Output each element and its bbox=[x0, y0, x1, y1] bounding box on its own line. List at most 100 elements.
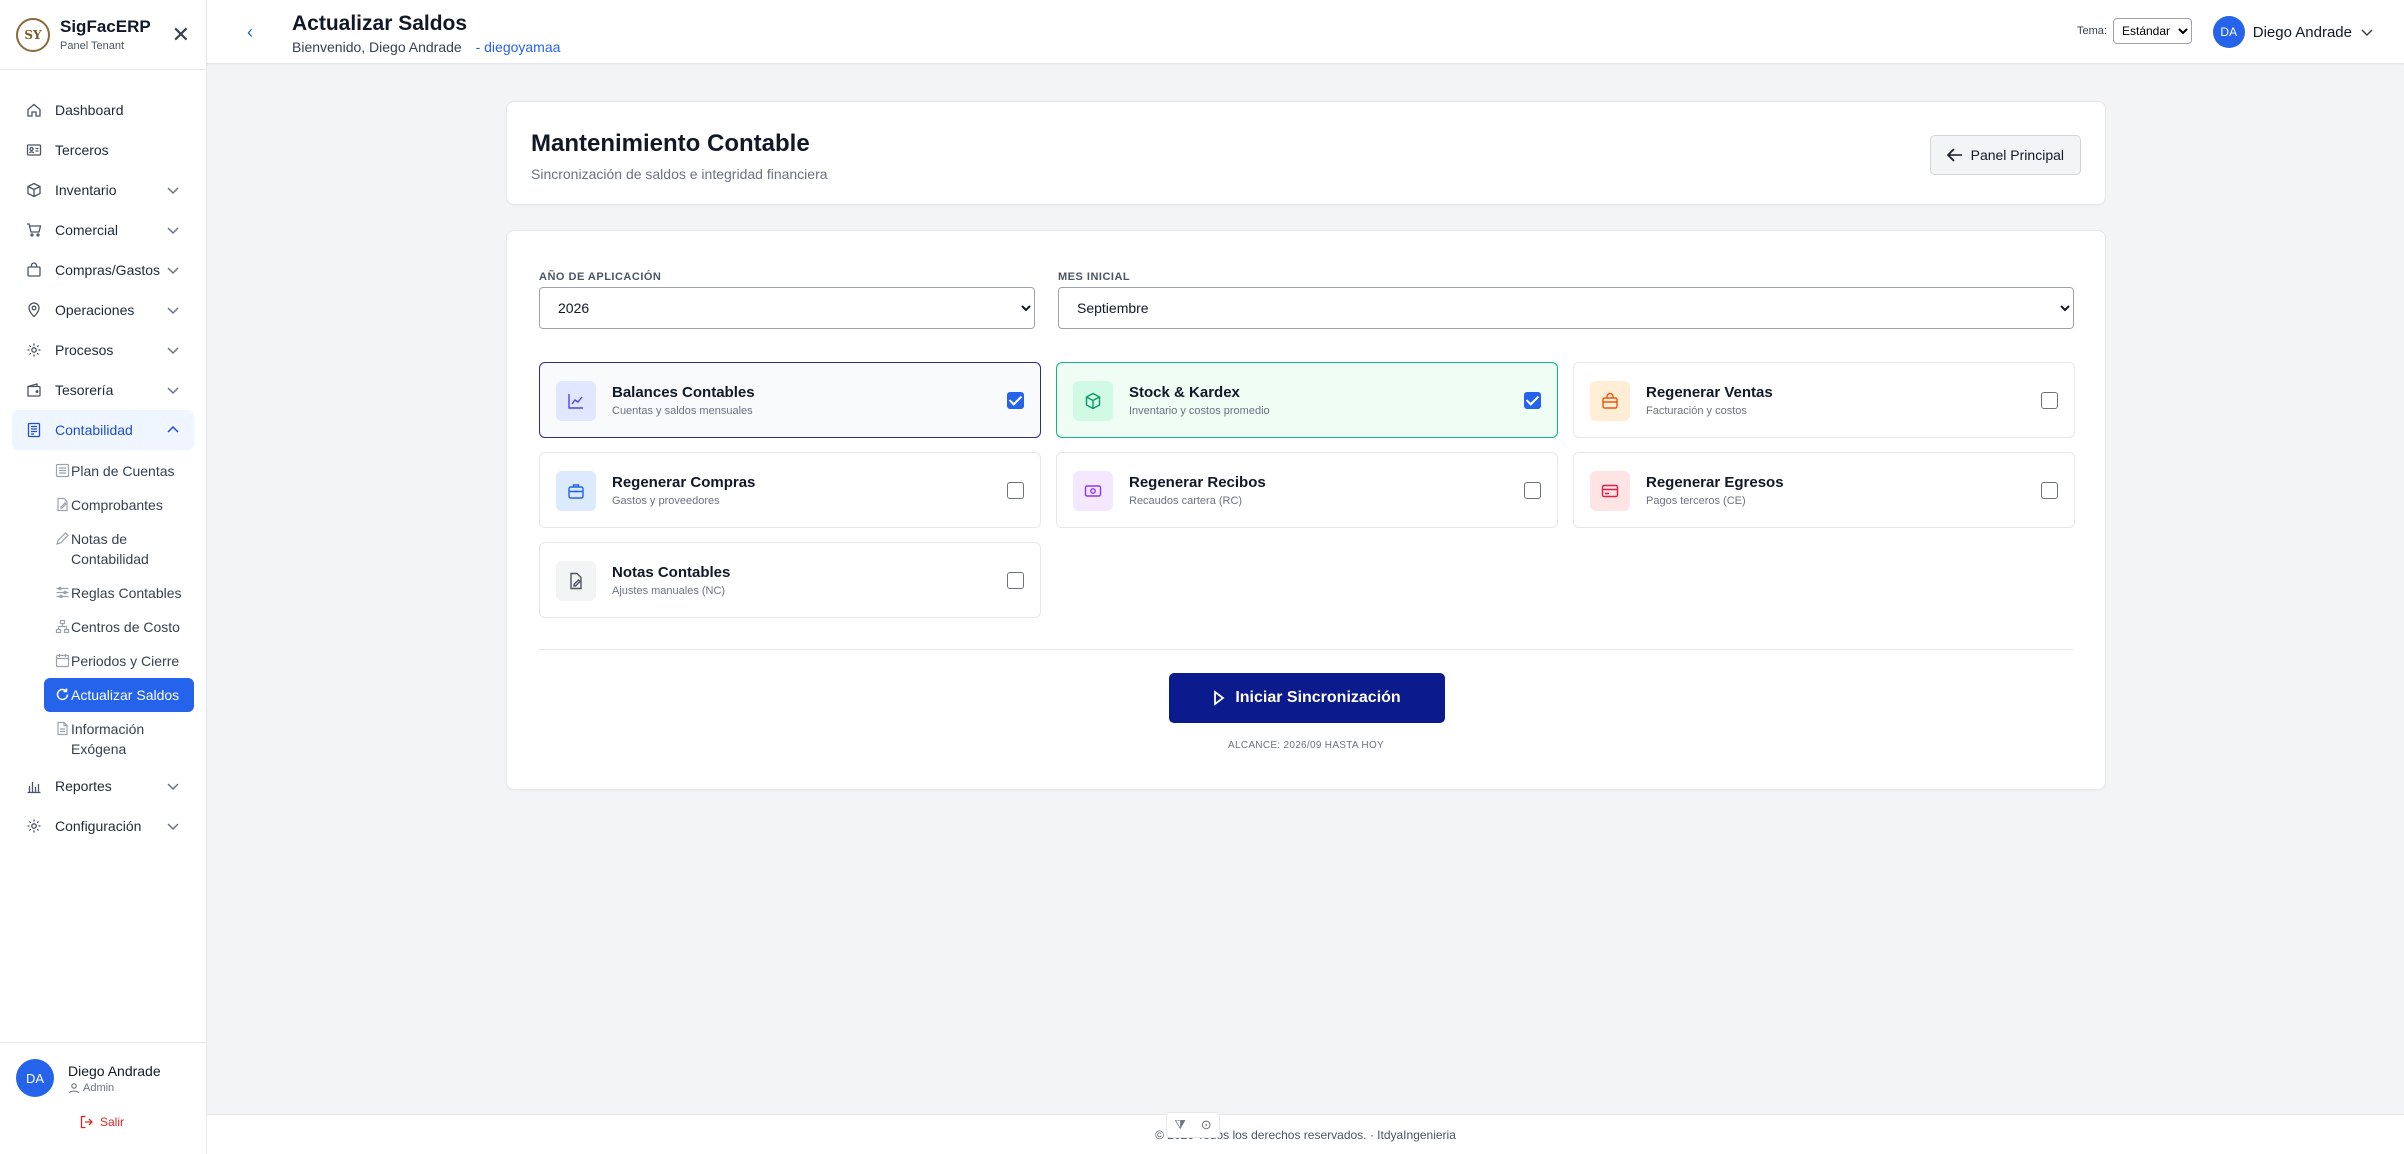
sidebar-nav: Dashboard Terceros Inventario Comercial … bbox=[0, 70, 206, 846]
welcome-message: Bienvenido, Diego Andrade bbox=[292, 39, 462, 55]
chevron-down-icon bbox=[167, 347, 179, 355]
option-regenerar-recibos[interactable]: Regenerar Recibos Recaudos cartera (RC) bbox=[1056, 452, 1558, 528]
sidebar-item-tesoreria[interactable]: Tesorería bbox=[12, 370, 194, 410]
sidebar-item-label: Dashboard bbox=[55, 102, 124, 118]
option-regenerar-ventas[interactable]: Regenerar Ventas Facturación y costos bbox=[1573, 362, 2075, 438]
month-select[interactable]: Septiembre bbox=[1058, 287, 2074, 329]
sidebar-subitem-centros-de-costo[interactable]: Centros de Costo bbox=[44, 610, 194, 644]
sidebar-subitem-label: Plan de Cuentas bbox=[71, 463, 175, 479]
sidebar-item-operaciones[interactable]: Operaciones bbox=[12, 290, 194, 330]
sidebar-item-inventario[interactable]: Inventario bbox=[12, 170, 194, 210]
sidebar-item-dashboard[interactable]: Dashboard bbox=[12, 90, 194, 130]
logout-label: Salir bbox=[100, 1115, 125, 1129]
user-icon bbox=[68, 1082, 80, 1093]
bag-icon bbox=[27, 262, 41, 277]
sidebar-item-comercial[interactable]: Comercial bbox=[12, 210, 194, 250]
sidebar: SY SigFacERP Panel Tenant ✕ Dashboard Te… bbox=[0, 0, 207, 1154]
play-icon bbox=[1214, 690, 1225, 706]
location-pin-icon bbox=[28, 302, 40, 318]
brand-name: SigFacERP bbox=[60, 17, 151, 36]
box-icon bbox=[27, 182, 41, 198]
option-regenerar-egresos[interactable]: Regenerar Egresos Pagos terceros (CE) bbox=[1573, 452, 2075, 528]
home-icon bbox=[27, 103, 41, 117]
welcome-text: Bienvenido, Diego Andrade - diegoyamaa bbox=[292, 39, 560, 55]
back-chevron-icon[interactable]: ‹ bbox=[247, 22, 253, 43]
scope-text: ALCANCE: 2026/09 HASTA HOY bbox=[1227, 740, 1384, 751]
logout-icon bbox=[80, 1115, 93, 1129]
sidebar-subitem-label: Información Exógena bbox=[71, 721, 145, 757]
sidebar-subitem-label: Periodos y Cierre bbox=[71, 653, 180, 669]
sidebar-item-terceros[interactable]: Terceros bbox=[12, 130, 194, 170]
option-title: Regenerar Egresos bbox=[1646, 474, 1784, 491]
sidebar-item-compras-gastos[interactable]: Compras/Gastos bbox=[12, 250, 194, 290]
floating-toolbar: ⧩ ⊙ bbox=[1166, 1112, 1220, 1138]
sidebar-subitem-label: Actualizar Saldos bbox=[71, 687, 180, 703]
document-icon bbox=[57, 721, 68, 736]
credit-card-icon bbox=[1601, 484, 1619, 498]
option-title: Stock & Kardex bbox=[1129, 384, 1240, 401]
option-checkbox[interactable] bbox=[2041, 482, 2058, 499]
option-notas-contables[interactable]: Notas Contables Ajustes manuales (NC) bbox=[539, 542, 1041, 618]
option-desc: Facturación y costos bbox=[1646, 405, 1747, 417]
start-sync-button[interactable]: Iniciar Sincronización bbox=[1169, 673, 1445, 723]
gear-icon bbox=[27, 819, 41, 833]
option-checkbox[interactable] bbox=[1007, 482, 1024, 499]
sidebar-item-procesos[interactable]: Procesos bbox=[12, 330, 194, 370]
brand-subtitle: Panel Tenant bbox=[60, 40, 125, 52]
option-regenerar-compras[interactable]: Regenerar Compras Gastos y proveedores bbox=[539, 452, 1041, 528]
option-checkbox[interactable] bbox=[1524, 392, 1541, 409]
cart-icon bbox=[27, 223, 42, 237]
chevron-down-icon bbox=[167, 783, 179, 791]
sidebar-item-label: Comercial bbox=[55, 222, 119, 238]
sliders-icon bbox=[56, 586, 69, 599]
sidebar-subitem-informacion-exogena[interactable]: Información Exógena bbox=[44, 712, 194, 766]
sidebar-subitem-label: Comprobantes bbox=[71, 497, 163, 513]
option-title: Regenerar Ventas bbox=[1646, 384, 1773, 401]
filter-icon[interactable]: ⧩ bbox=[1174, 1117, 1186, 1133]
sidebar-subitem-reglas-contables[interactable]: Reglas Contables bbox=[44, 576, 194, 610]
sidebar-subitem-notas-contabilidad[interactable]: Notas de Contabilidad bbox=[44, 522, 194, 576]
sidebar-item-reportes[interactable]: Reportes bbox=[12, 766, 194, 806]
divider bbox=[539, 649, 2073, 650]
sidebar-item-label: Inventario bbox=[55, 182, 117, 198]
year-select[interactable]: 2026 bbox=[539, 287, 1035, 329]
option-title: Notas Contables bbox=[612, 564, 731, 581]
close-sidebar-icon[interactable]: ✕ bbox=[172, 22, 190, 48]
brand-header: SY SigFacERP Panel Tenant ✕ bbox=[0, 0, 206, 70]
sidebar-subitem-periodos-cierre[interactable]: Periodos y Cierre bbox=[44, 644, 194, 678]
user-name: Diego Andrade bbox=[68, 1062, 161, 1079]
option-title: Regenerar Compras bbox=[612, 474, 756, 491]
chevron-down-icon bbox=[167, 387, 179, 395]
sidebar-item-label: Terceros bbox=[55, 142, 109, 158]
maintenance-header-card: Mantenimiento Contable Sincronización de… bbox=[506, 101, 2106, 205]
sidebar-item-contabilidad[interactable]: Contabilidad bbox=[12, 410, 194, 450]
option-icon-box bbox=[1590, 381, 1630, 421]
chevron-down-icon bbox=[167, 267, 179, 275]
sidebar-subitem-label: Notas de Contabilidad bbox=[71, 531, 149, 567]
page-title: Actualizar Saldos bbox=[292, 12, 468, 35]
sidebar-item-configuracion[interactable]: Configuración bbox=[12, 806, 194, 846]
sidebar-subitem-plan-de-cuentas[interactable]: Plan de Cuentas bbox=[44, 454, 194, 488]
year-label: AÑO DE APLICACIÓN bbox=[539, 271, 662, 283]
header-user-menu[interactable]: DA Diego Andrade bbox=[2212, 16, 2374, 48]
sidebar-subitem-comprobantes[interactable]: Comprobantes bbox=[44, 488, 194, 522]
user-role-label: Admin bbox=[83, 1081, 115, 1094]
option-stock-kardex[interactable]: Stock & Kardex Inventario y costos prome… bbox=[1056, 362, 1558, 438]
target-icon[interactable]: ⊙ bbox=[1201, 1117, 1212, 1133]
chevron-down-icon bbox=[167, 307, 179, 315]
option-checkbox[interactable] bbox=[2041, 392, 2058, 409]
logout-button[interactable]: Salir bbox=[80, 1115, 190, 1129]
user-role: Admin bbox=[68, 1082, 161, 1094]
card-subtitle: Sincronización de saldos e integridad fi… bbox=[531, 166, 828, 182]
briefcase-icon bbox=[568, 484, 584, 499]
calendar-icon bbox=[55, 654, 70, 668]
cube-icon bbox=[1085, 392, 1101, 410]
theme-select[interactable]: Estándar bbox=[2113, 18, 2192, 44]
sidebar-subitem-actualizar-saldos[interactable]: Actualizar Saldos bbox=[44, 678, 194, 712]
panel-principal-button[interactable]: Panel Principal bbox=[1929, 135, 2081, 175]
option-checkbox[interactable] bbox=[1007, 392, 1024, 409]
option-balances-contables[interactable]: Balances Contables Cuentas y saldos mens… bbox=[539, 362, 1041, 438]
contabilidad-submenu: Plan de Cuentas Comprobantes Notas de Co… bbox=[44, 454, 194, 766]
option-checkbox[interactable] bbox=[1524, 482, 1541, 499]
option-checkbox[interactable] bbox=[1007, 572, 1024, 589]
